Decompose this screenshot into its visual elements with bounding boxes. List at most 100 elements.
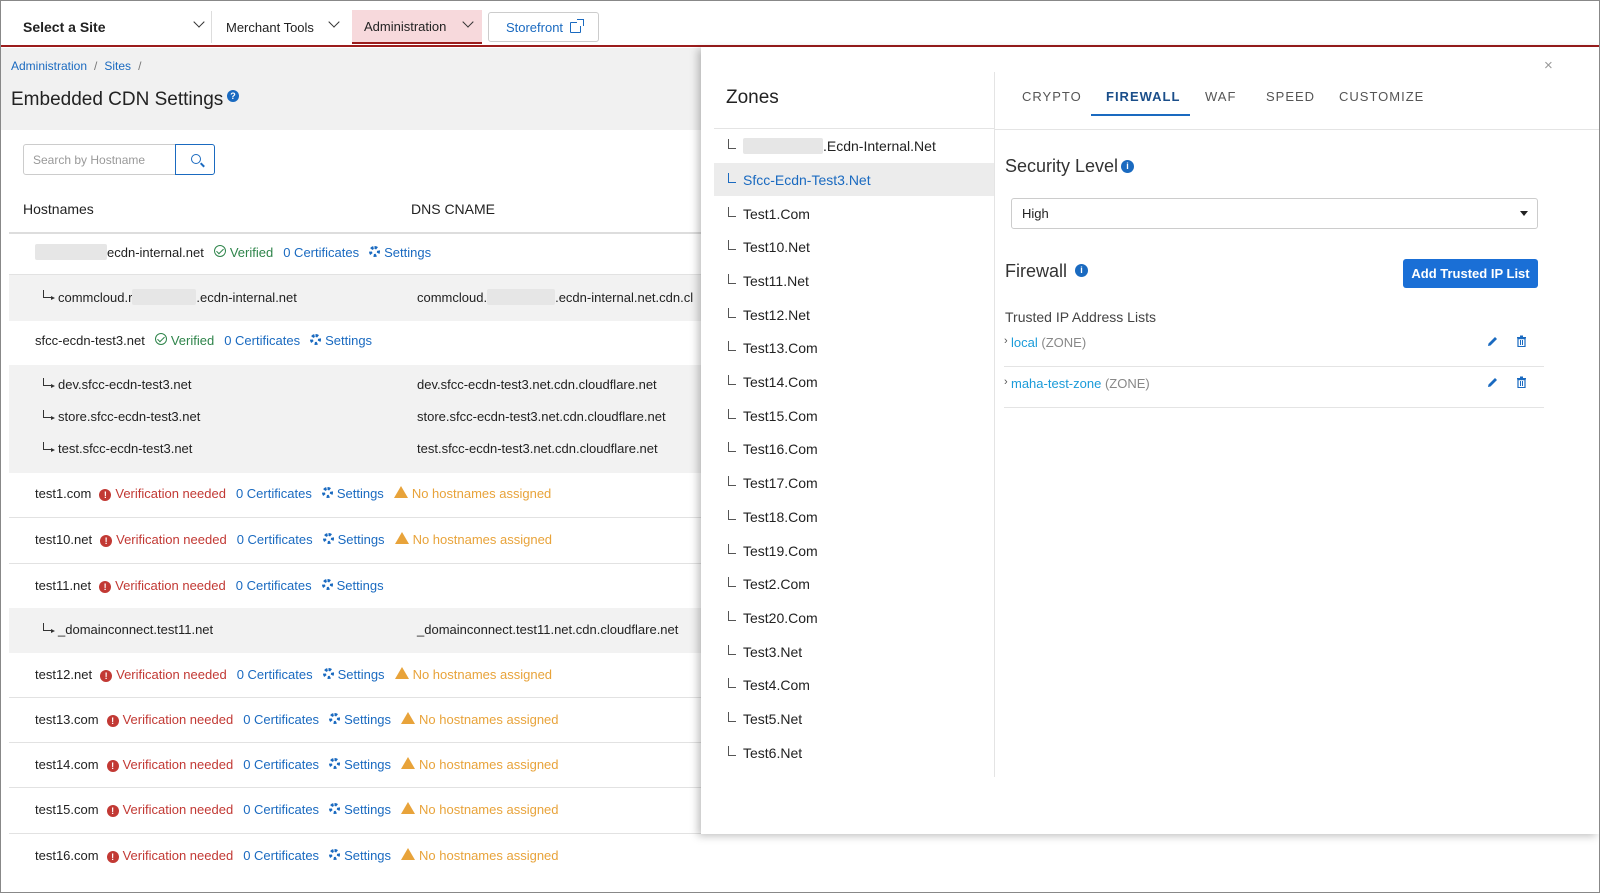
ip-list-name[interactable]: local (ZONE) [1011,335,1086,350]
zone-item[interactable]: Test6.Net [714,736,994,769]
settings-label: Settings [337,667,385,682]
ip-list-row[interactable]: › maha-test-zone (ZONE) [1004,368,1544,408]
tree-branch-icon [728,711,736,722]
certificates-link[interactable]: 0 Certificates [243,802,319,817]
zones-title: Zones [726,87,779,108]
zone-item[interactable]: Test10.Net [714,230,994,263]
table-row: commcloud.r .ecdn-internal.net commcloud.… [9,275,721,321]
settings-link[interactable]: Settings [321,486,384,501]
zone-item[interactable]: Test16.Com [714,432,994,465]
chevron-right-icon[interactable]: › [1004,376,1008,388]
zone-item[interactable]: Test4.Com [714,668,994,701]
active-tab-indicator [1091,114,1190,116]
zone-item[interactable]: Test11.Net [714,264,994,297]
breadcrumb-sites[interactable]: Sites [104,59,131,73]
subdomain: test.sfcc-ecdn-test3.net [58,441,193,456]
verified-status: Verified [154,333,214,348]
help-icon[interactable]: ? [227,90,239,102]
settings-link[interactable]: Settings [329,757,391,772]
merchant-tools-menu[interactable]: Merchant Tools [211,11,351,43]
zone-item-selected[interactable]: Sfcc-Ecdn-Test3.Net [714,163,994,196]
search-input[interactable]: Search by Hostname [23,144,176,175]
table-row: test16.com ! Verification needed 0 Certif… [9,834,721,879]
zone-item[interactable]: Test19.Com [714,534,994,567]
ip-list-name-text: local [1011,335,1038,350]
tab-waf[interactable]: WAF [1205,89,1236,104]
security-level-select[interactable]: High [1011,198,1538,229]
site-select[interactable]: Select a Site [23,11,106,43]
column-header-dns-cname[interactable]: DNS CNAME [411,201,495,217]
zone-item[interactable]: Test15.Com [714,399,994,432]
tab-crypto[interactable]: CRYPTO [1022,89,1082,104]
settings-label: Settings [336,578,384,593]
tab-speed[interactable]: SPEED [1266,89,1315,104]
certificates-link[interactable]: 0 Certificates [224,333,300,348]
zone-item[interactable]: Test2.Com [714,567,994,600]
zone-item[interactable]: Test3.Net [714,635,994,668]
info-icon[interactable]: i [1075,264,1088,277]
certificates-link[interactable]: 0 Certificates [236,486,312,501]
ip-list-name[interactable]: maha-test-zone (ZONE) [1011,376,1150,391]
zone-label: Test1.Com [743,205,810,222]
edit-icon[interactable] [1487,376,1499,388]
verified-status: Verified [213,244,273,260]
add-trusted-ip-list-button[interactable]: Add Trusted IP List [1403,259,1538,288]
certificates-link[interactable]: 0 Certificates [237,532,313,547]
info-icon[interactable]: i [1121,160,1134,173]
status-text: Verification needed [122,757,234,772]
zone-item[interactable]: Test13.Com [714,331,994,364]
certificates-link[interactable]: 0 Certificates [243,712,319,727]
column-header-hostnames[interactable]: Hostnames [23,201,94,217]
zone-item[interactable]: Test14.Com [714,365,994,398]
site-select-label: Select a Site [23,19,106,35]
settings-link[interactable]: Settings [322,667,385,682]
zone-item[interactable]: Test20.Com [714,601,994,634]
warning-icon [401,802,416,814]
error-icon: ! [100,535,113,547]
zone-label: Test10.Net [743,238,810,255]
certificates-link[interactable]: 0 Certificates [237,667,313,682]
zone-item[interactable]: .Ecdn-Internal.Net [714,129,994,162]
zone-item[interactable]: Test12.Net [714,298,994,331]
status-text: Verification needed [115,486,226,501]
chevron-down-icon[interactable] [193,16,205,28]
error-icon: ! [99,489,112,501]
warning-status: No hostnames assigned [394,532,552,547]
settings-link[interactable]: Settings [329,802,391,817]
settings-link[interactable]: Settings [322,532,385,547]
administration-menu[interactable]: Administration [352,10,482,44]
certificates-link[interactable]: 0 Certificates [236,578,312,593]
check-circle-icon [154,333,167,345]
settings-link[interactable]: Settings [369,245,431,260]
ip-list-scope: (ZONE) [1104,376,1150,391]
storefront-button[interactable]: Storefront [488,12,599,42]
table-row-group: dev.sfcc-ecdn-test3.net dev.sfcc-ecdn-te… [9,365,721,473]
tab-firewall[interactable]: FIREWALL [1106,89,1180,104]
delete-icon[interactable] [1516,376,1527,388]
zone-item[interactable]: Test17.Com [714,466,994,499]
verification-status: ! Verification needed [106,757,234,772]
tab-customize[interactable]: CUSTOMIZE [1339,89,1424,104]
warning-icon [401,712,416,724]
ip-list-row[interactable]: › local (ZONE) [1004,327,1544,367]
breadcrumb-administration[interactable]: Administration [11,59,87,73]
zone-item[interactable]: Test1.Com [714,197,994,230]
sub-arrow-icon [43,377,55,388]
check-circle-icon [213,244,226,257]
hostname: test11.net [35,578,92,593]
certificates-link[interactable]: 0 Certificates [243,848,319,863]
zone-item[interactable]: Test18.Com [714,500,994,533]
delete-icon[interactable] [1516,335,1527,347]
search-button[interactable] [175,144,215,175]
settings-link[interactable]: Settings [329,848,391,863]
table-row: test11.net ! Verification needed 0 Certif… [9,564,721,608]
zone-item[interactable]: Test5.Net [714,702,994,735]
certificates-link[interactable]: 0 Certificates [283,245,359,260]
chevron-right-icon[interactable]: › [1004,335,1008,347]
settings-link[interactable]: Settings [329,712,391,727]
settings-link[interactable]: Settings [321,578,384,593]
settings-label: Settings [344,757,392,772]
certificates-link[interactable]: 0 Certificates [243,757,319,772]
settings-link[interactable]: Settings [310,333,372,348]
edit-icon[interactable] [1487,335,1499,347]
